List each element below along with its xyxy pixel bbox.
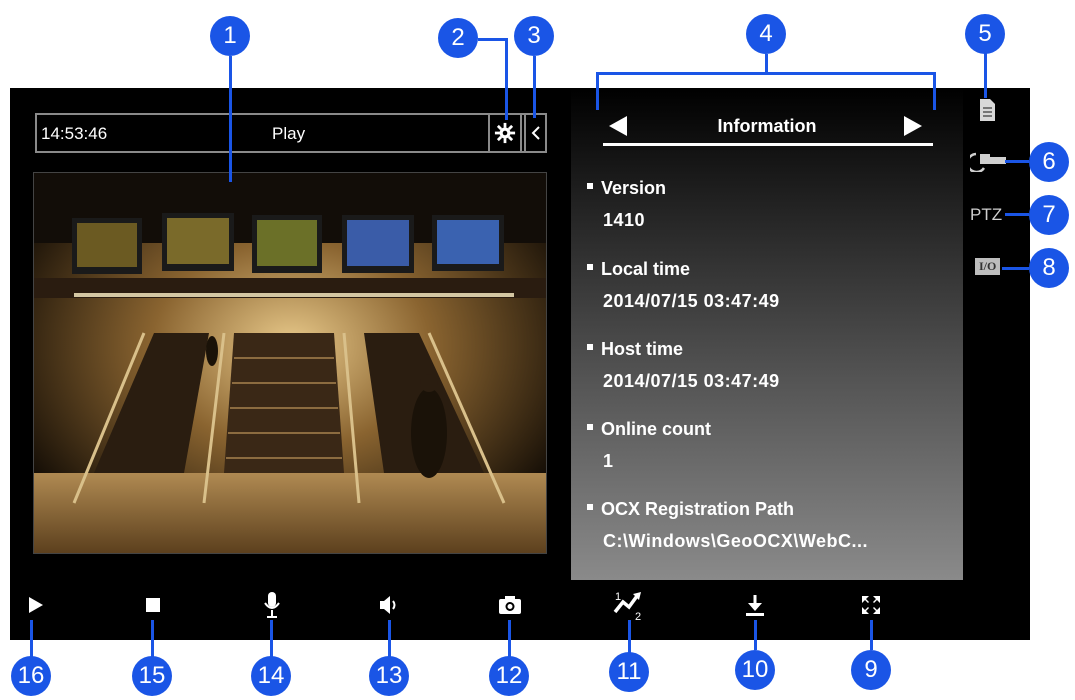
title-underline (603, 143, 933, 146)
callout-6: 6 (1029, 142, 1069, 182)
callout-8: 8 (1029, 248, 1069, 288)
callout-16: 16 (11, 656, 51, 696)
info-value: 2014/07/15 03:47:49 (603, 291, 780, 311)
info-label: Host time (587, 339, 683, 360)
callout-line (478, 38, 508, 41)
callout-line (388, 620, 391, 660)
play-button[interactable] (14, 585, 58, 625)
callout-10: 10 (735, 650, 775, 690)
mode-display: Play (272, 124, 306, 143)
callout-12: 12 (489, 656, 529, 696)
fullscreen-icon (862, 596, 880, 614)
io-button[interactable]: I/O (975, 258, 1001, 275)
fullscreen-button[interactable] (849, 585, 893, 625)
info-label: OCX Registration Path (587, 499, 794, 520)
callout-line (1005, 213, 1029, 216)
callout-11: 11 (609, 652, 649, 692)
callout-5: 5 (965, 14, 1005, 54)
camera-link-button[interactable] (966, 148, 1008, 177)
callout-line (870, 620, 873, 650)
callout-13: 13 (369, 656, 409, 696)
info-label: Version (587, 178, 666, 199)
callout-bracket (596, 72, 599, 110)
camera-link-icon (966, 152, 1006, 174)
snapshot-button[interactable] (488, 585, 532, 625)
callout-line (30, 620, 33, 660)
snapshot-camera-icon (499, 596, 521, 614)
document-icon (980, 99, 995, 121)
callout-line (505, 38, 508, 120)
info-value: 1410 (603, 210, 646, 230)
callout-15: 15 (132, 656, 172, 696)
callout-line (508, 620, 511, 660)
info-value: 1 (603, 451, 614, 471)
playback-speed-button[interactable]: 1 2 (606, 585, 650, 625)
download-icon (746, 595, 764, 616)
callout-line (1002, 267, 1029, 270)
callout-1: 1 (210, 16, 250, 56)
document-button[interactable] (978, 98, 996, 127)
play-icon (29, 597, 43, 613)
callout-2: 2 (438, 18, 478, 58)
callout-line (754, 620, 757, 650)
microphone-icon (264, 592, 280, 618)
callout-14: 14 (251, 656, 291, 696)
callout-4: 4 (746, 14, 786, 54)
info-value: 2014/07/15 03:47:49 (603, 371, 780, 391)
callout-bracket (933, 72, 936, 110)
microphone-button[interactable] (250, 585, 294, 625)
callout-3: 3 (514, 16, 554, 56)
speaker-icon (380, 596, 396, 614)
speaker-button[interactable] (367, 585, 411, 625)
next-arrow-icon[interactable] (902, 114, 924, 138)
settings-gear-icon (494, 122, 516, 144)
video-view[interactable] (33, 172, 547, 554)
callout-line (765, 54, 768, 74)
svg-text:1: 1 (615, 591, 621, 603)
callout-9: 9 (851, 650, 891, 690)
callout-line (270, 620, 273, 660)
collapse-arrow-icon (531, 126, 540, 140)
callout-line (151, 620, 154, 660)
info-label: Local time (587, 259, 690, 280)
time-display: 14:53:46 (41, 124, 108, 143)
callout-line (1005, 160, 1029, 163)
svg-text:2: 2 (635, 611, 641, 622)
callout-line (533, 56, 536, 118)
stop-icon (146, 598, 160, 612)
info-value: C:\Windows\GeoOCX\WebC... (603, 531, 869, 551)
callout-line (984, 52, 987, 98)
collapse-panel-button[interactable] (524, 113, 547, 153)
stop-button[interactable] (131, 585, 175, 625)
ptz-button[interactable]: PTZ (970, 205, 1002, 225)
info-label: Online count (587, 419, 711, 440)
callout-7: 7 (1029, 195, 1069, 235)
station-escalator-image (34, 173, 546, 553)
information-panel: Information Version 1410 Local time 2014… (571, 88, 963, 580)
callout-line (229, 56, 232, 182)
download-button[interactable] (733, 585, 777, 625)
status-bar: 14:53:46 Play (35, 113, 547, 153)
speed-icon: 1 2 (613, 591, 641, 622)
